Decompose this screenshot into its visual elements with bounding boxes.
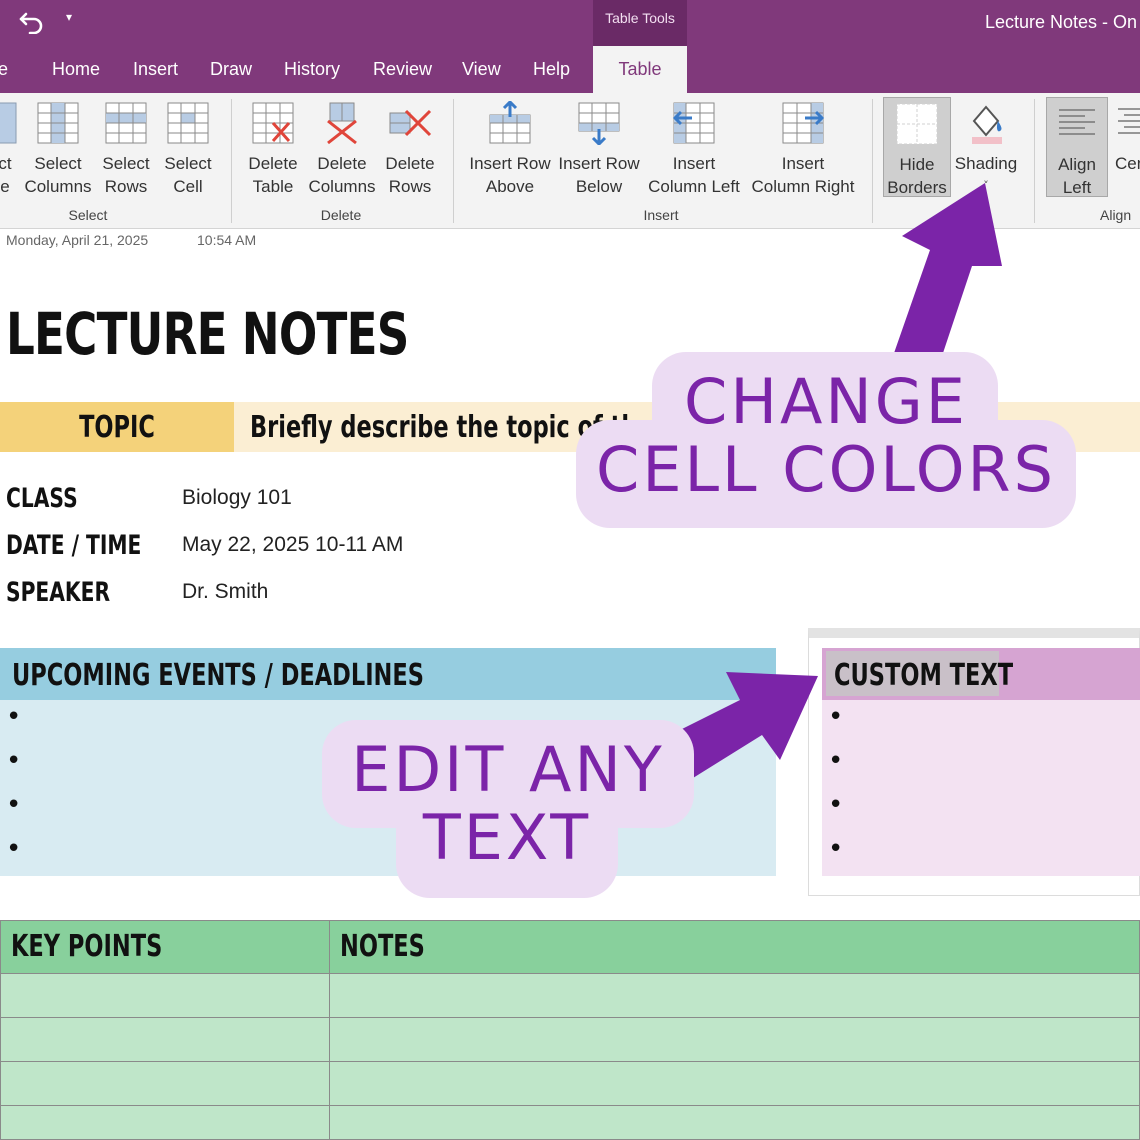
annotation-arrows xyxy=(650,183,1002,778)
edit-text-line2: TEXT xyxy=(422,801,592,874)
change-colors-arrow-icon xyxy=(893,183,1002,356)
change-colors-line1: CHANGE xyxy=(684,365,968,438)
edit-text-line1: EDIT ANY xyxy=(351,733,665,806)
change-colors-line2: CELL COLORS xyxy=(596,433,1056,506)
